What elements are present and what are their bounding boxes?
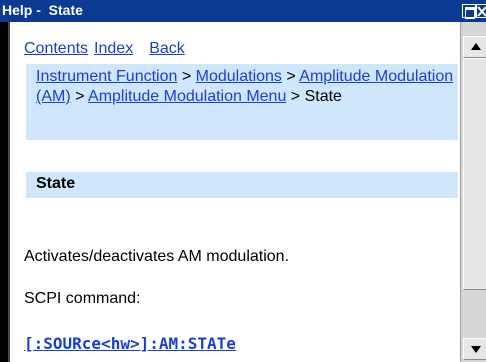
breadcrumb-link-modulations[interactable]: Modulations	[196, 68, 282, 85]
breadcrumb-current: State	[304, 88, 342, 105]
section-description: Activates/deactivates AM modulation.	[24, 248, 290, 265]
scpi-command-link[interactable]: [:SOURce<hw>]:AM:STATe	[24, 334, 236, 353]
title-bar[interactable]: Help - State	[0, 0, 486, 22]
help-window: Help - State Contents Index Back Instrumen…	[0, 0, 486, 362]
breadcrumb: Instrument Function > Modulations > Ampl…	[36, 67, 456, 107]
scrollbar-thumb[interactable]	[463, 58, 486, 290]
section-heading-box: State	[26, 172, 458, 198]
scroll-up-button[interactable]	[463, 36, 486, 58]
close-icon[interactable]	[476, 4, 486, 18]
arrow-down-icon	[471, 346, 481, 353]
help-frame: Contents Index Back Instrument Function > …	[8, 22, 486, 362]
help-nav: Contents Index Back	[24, 39, 191, 59]
breadcrumb-link-instrument-function[interactable]: Instrument Function	[36, 68, 177, 85]
section-heading: State	[36, 175, 76, 192]
back-link[interactable]: Back	[149, 40, 185, 57]
breadcrumb-separator: >	[70, 88, 89, 105]
breadcrumb-link-amplitude-modulation-menu[interactable]: Amplitude Modulation Menu	[88, 88, 286, 105]
index-link[interactable]: Index	[94, 40, 133, 57]
breadcrumb-separator: >	[281, 68, 300, 85]
arrow-up-icon	[471, 43, 481, 50]
help-content: Contents Index Back Instrument Function > …	[10, 22, 460, 362]
maximize-icon[interactable]	[462, 4, 476, 19]
scroll-down-button[interactable]	[463, 338, 486, 360]
breadcrumb-separator: >	[177, 68, 196, 85]
breadcrumb-separator: >	[286, 88, 305, 105]
vertical-scrollbar[interactable]	[460, 22, 486, 362]
window-title: Help - State	[2, 2, 83, 18]
contents-link[interactable]: Contents	[24, 40, 88, 57]
scpi-label: SCPI command:	[24, 290, 141, 307]
breadcrumb-box: Instrument Function > Modulations > Ampl…	[26, 64, 458, 140]
